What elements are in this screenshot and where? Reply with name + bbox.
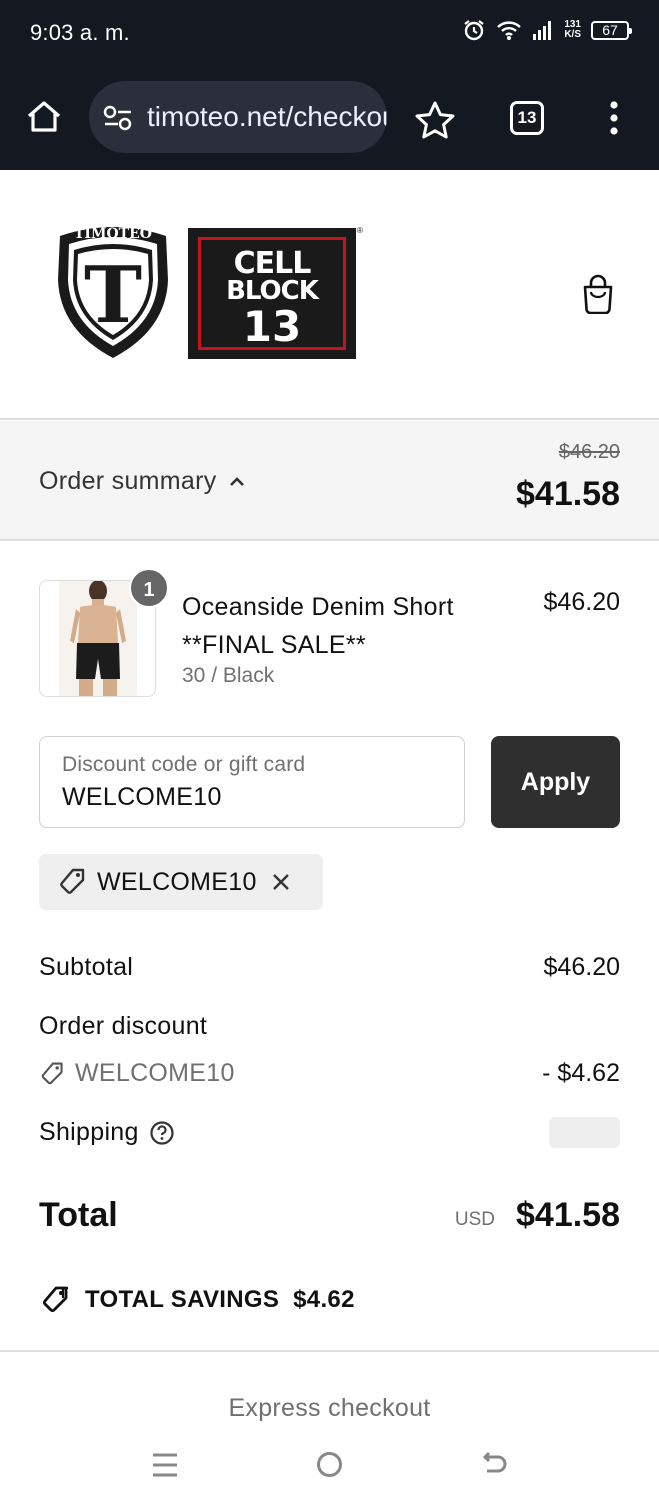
discount-code-field[interactable]: Discount code or gift card: [39, 736, 465, 828]
total-label: Total: [39, 1196, 118, 1234]
back-icon[interactable]: [480, 1451, 508, 1479]
discount-field-label: Discount code or gift card: [62, 753, 306, 776]
discount-value: - $4.62: [542, 1059, 620, 1087]
tag-icon: [41, 1062, 63, 1084]
product-price: $46.20: [543, 588, 620, 616]
line-item: 1 Oceanside Denim Short **FINAL SALE** 3…: [0, 542, 659, 722]
remove-code-icon[interactable]: [271, 872, 291, 892]
shipping-value-loading: [549, 1117, 620, 1148]
wifi-icon: [497, 21, 522, 40]
help-icon[interactable]: [149, 1120, 175, 1146]
status-icons: 131 K/S 67: [462, 18, 632, 42]
site-settings-icon[interactable]: [103, 105, 133, 131]
order-discount-label: Order discount: [39, 1012, 208, 1040]
signal-icon: [533, 21, 552, 40]
product-name: Oceanside Denim Short **FINAL SALE**: [182, 593, 454, 659]
summary-total: $41.58: [516, 475, 620, 513]
applied-code-chip: WELCOME10: [39, 854, 323, 910]
express-checkout-heading: Express checkout: [228, 1394, 431, 1422]
home-button[interactable]: [24, 97, 64, 137]
subtotal-value: $46.20: [543, 953, 620, 981]
home-icon: [27, 101, 61, 132]
total-currency: USD: [454, 1209, 495, 1230]
total-savings: TOTAL SAVINGS $4.62: [39, 1284, 355, 1316]
shopping-bag-icon[interactable]: [580, 274, 616, 314]
cellblock-13-logo[interactable]: CELL BLOCK 13: [188, 228, 356, 359]
svg-text:T: T: [84, 250, 142, 341]
original-total: $46.20: [558, 441, 620, 463]
url-text[interactable]: timoteo.net/checkout: [147, 101, 387, 133]
bookmark-star-icon[interactable]: [414, 100, 456, 140]
net-speed: 131 K/S: [564, 19, 581, 40]
tag-icon: [60, 868, 85, 894]
total-value: $41.58: [516, 1196, 620, 1234]
browser-chrome: 9:03 a. m. 131 K/S 67 timoteo.net/checko…: [0, 0, 659, 170]
order-summary-bar[interactable]: Order summary $46.20 $41.58: [0, 421, 659, 541]
url-bar[interactable]: timoteo.net/checkout: [89, 81, 387, 153]
discount-code-input[interactable]: [62, 783, 442, 812]
tab-switcher-button[interactable]: 13: [510, 101, 544, 135]
product-variant: 30 / Black: [182, 664, 275, 687]
discount-code-row: WELCOME10: [39, 1059, 235, 1088]
shipping-label: Shipping: [39, 1118, 175, 1147]
applied-code-text: WELCOME10: [97, 867, 257, 896]
order-summary-toggle[interactable]: Order summary: [39, 467, 245, 496]
alarm-icon: [464, 20, 484, 41]
subtotal-label: Subtotal: [39, 953, 134, 981]
timoteo-logo[interactable]: TIMOTEO T: [52, 220, 174, 362]
recent-apps-icon[interactable]: [152, 1452, 178, 1478]
store-header: TIMOTEO T CELL BLOCK 13 ®: [0, 170, 659, 420]
savings-tag-icon: [42, 1286, 68, 1313]
apply-button[interactable]: Apply: [491, 736, 620, 828]
battery-icon: 67: [591, 20, 632, 40]
quantity-badge: 1: [129, 568, 169, 608]
section-divider: [0, 1350, 659, 1352]
svg-text:TIMOTEO: TIMOTEO: [74, 226, 152, 242]
home-circle-icon[interactable]: [316, 1451, 343, 1478]
overflow-menu-icon[interactable]: [608, 101, 620, 135]
status-time: 9:03 a. m.: [30, 20, 130, 45]
chevron-up-icon: [229, 476, 244, 486]
